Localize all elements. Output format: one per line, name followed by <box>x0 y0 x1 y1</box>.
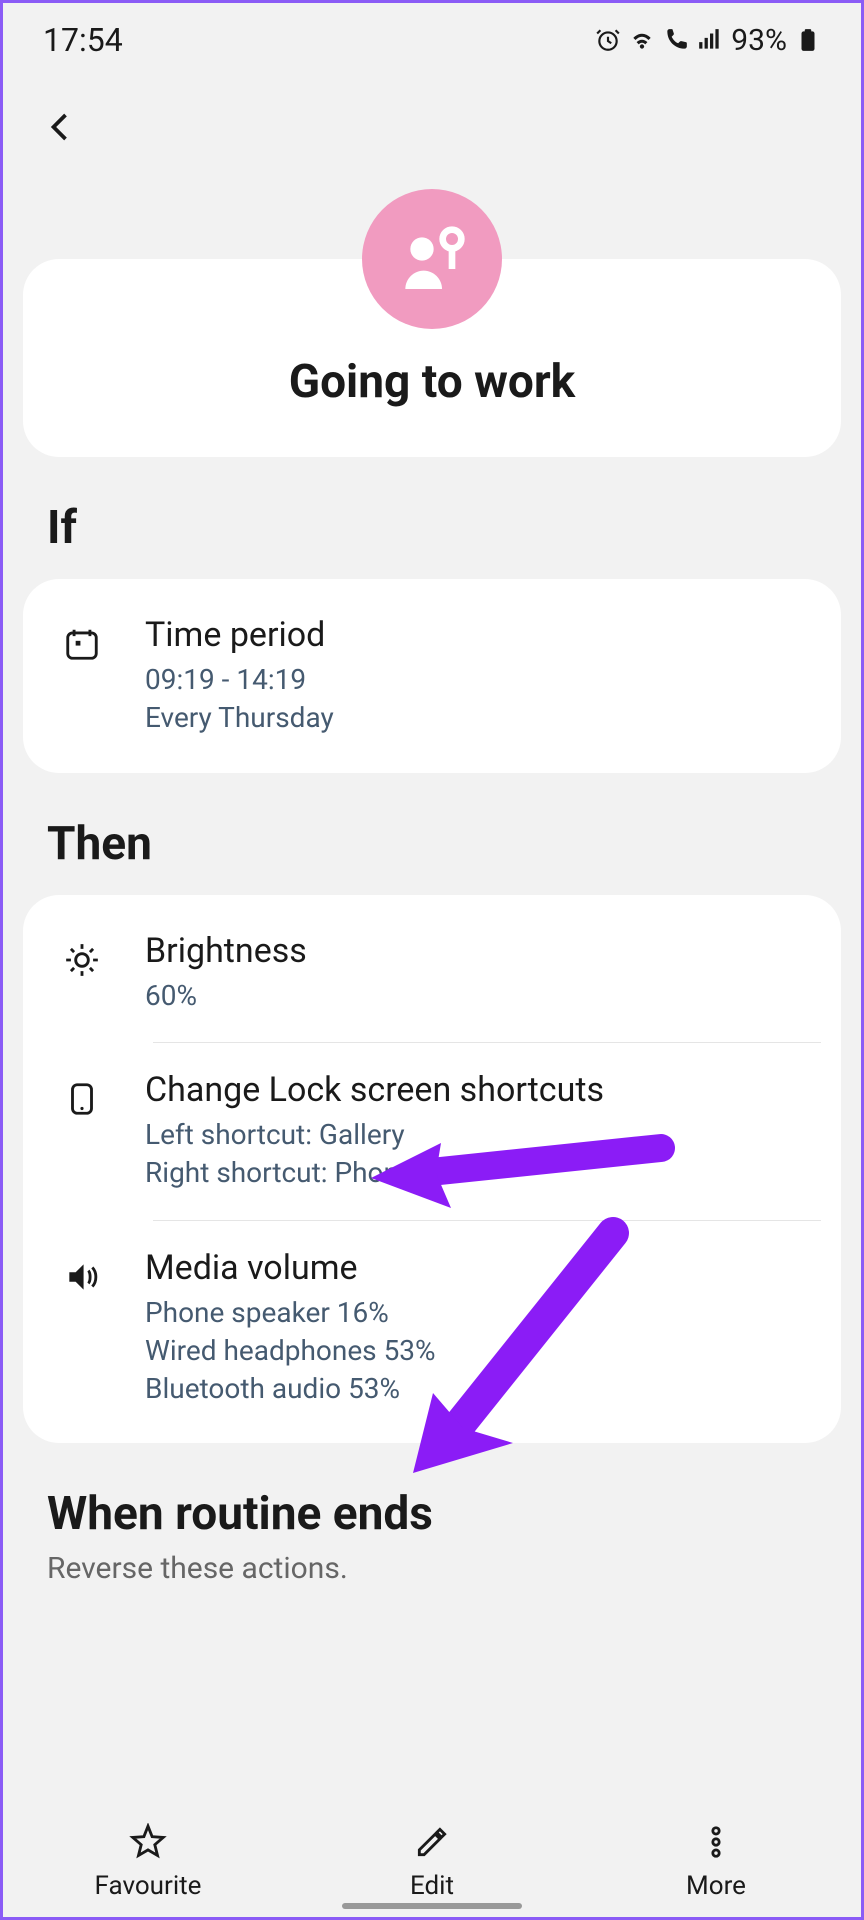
volume-icon <box>55 1258 109 1296</box>
pencil-icon <box>413 1823 451 1861</box>
calendar-icon <box>55 625 109 663</box>
ends-section: When routine ends Reverse these actions. <box>3 1443 861 1610</box>
home-indicator[interactable] <box>342 1903 522 1909</box>
battery-icon <box>795 27 821 53</box>
edit-button[interactable]: Edit <box>342 1823 522 1901</box>
status-icons: 93% <box>595 23 821 58</box>
action-lock-shortcuts[interactable]: Change Lock screen shortcuts Left shortc… <box>23 1042 841 1220</box>
alarm-icon <box>595 27 621 53</box>
commute-icon <box>392 219 472 299</box>
item-detail: Right shortcut: Phone <box>145 1154 809 1192</box>
routine-title: Going to work <box>43 355 821 409</box>
if-card: Time period 09:19 - 14:19 Every Thursday <box>23 579 841 773</box>
star-icon <box>129 1823 167 1861</box>
bottom-label: More <box>686 1871 746 1901</box>
item-detail: Phone speaker 16% <box>145 1294 809 1332</box>
then-card: Brightness 60% Change Lock screen shortc… <box>23 895 841 1444</box>
item-detail: Every Thursday <box>145 699 809 737</box>
bottom-label: Edit <box>410 1871 454 1901</box>
more-vertical-icon <box>697 1823 735 1861</box>
item-title: Time period <box>145 615 809 655</box>
item-title: Brightness <box>145 931 809 971</box>
item-detail: Left shortcut: Gallery <box>145 1116 809 1154</box>
status-time: 17:54 <box>43 21 123 59</box>
more-button[interactable]: More <box>626 1823 806 1901</box>
phone-icon <box>55 1080 109 1118</box>
item-title: Change Lock screen shortcuts <box>145 1070 809 1110</box>
routine-header-card[interactable]: Going to work <box>23 259 841 457</box>
item-detail: 60% <box>145 977 809 1015</box>
favourite-button[interactable]: Favourite <box>58 1823 238 1901</box>
back-button[interactable] <box>43 109 821 149</box>
section-then-label: Then <box>3 773 861 895</box>
ends-subtitle: Reverse these actions. <box>47 1551 817 1586</box>
item-detail: 09:19 - 14:19 <box>145 661 809 699</box>
bottom-toolbar: Favourite Edit More <box>6 1795 858 1917</box>
action-brightness[interactable]: Brightness 60% <box>23 903 841 1043</box>
status-bar: 17:54 93% <box>3 3 861 69</box>
ends-title: When routine ends <box>47 1487 817 1541</box>
bottom-label: Favourite <box>95 1871 202 1901</box>
brightness-icon <box>55 941 109 979</box>
item-detail: Wired headphones 53% <box>145 1332 809 1370</box>
condition-time-period[interactable]: Time period 09:19 - 14:19 Every Thursday <box>23 587 841 765</box>
battery-text: 93% <box>731 23 787 58</box>
wifi-calling-icon <box>663 27 689 53</box>
routine-icon <box>362 189 502 329</box>
section-if-label: If <box>3 457 861 579</box>
wifi-icon <box>629 27 655 53</box>
item-detail: Bluetooth audio 53% <box>145 1370 809 1408</box>
action-media-volume[interactable]: Media volume Phone speaker 16% Wired hea… <box>23 1220 841 1435</box>
signal-icon <box>697 27 723 53</box>
item-title: Media volume <box>145 1248 809 1288</box>
